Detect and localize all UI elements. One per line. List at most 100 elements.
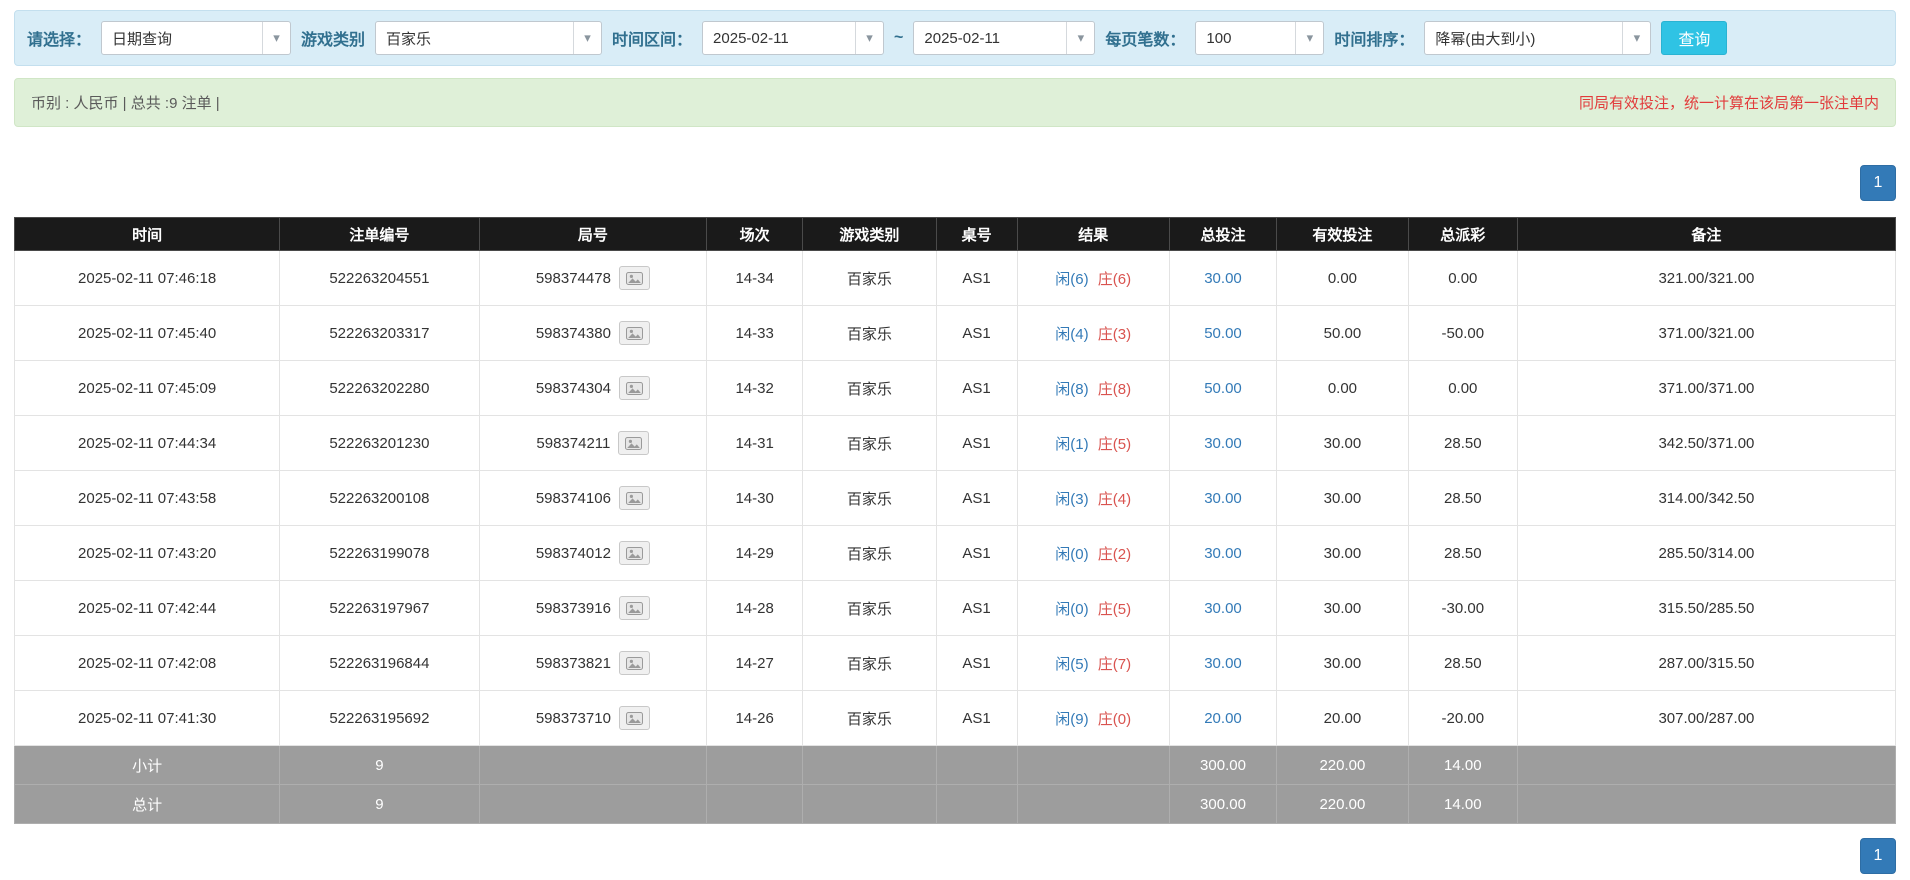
video-replay-button[interactable] [618, 541, 650, 565]
cell-payout: 28.50 [1407, 635, 1518, 691]
result-banker: 庄(5) [1097, 435, 1132, 453]
total-bet-link[interactable]: 30.00 [1204, 600, 1242, 617]
round-number-text: 598374380 [535, 324, 611, 342]
page-size-dropdown[interactable]: 100 ▾ [1195, 21, 1325, 55]
page: 请选择： 日期查询 ▾ 游戏类别 百家乐 ▾ 时间区间： 2025-02-11 … [0, 0, 1910, 880]
cell-session: 14-30 [706, 470, 804, 526]
table-row: 2025-02-11 07:43:20 522263199078 5983740… [13, 525, 1897, 581]
cell-time: 2025-02-11 07:43:20 [13, 525, 281, 581]
game-category-label: 游戏类别 [301, 32, 366, 49]
total-bet-link[interactable]: 30.00 [1204, 490, 1242, 507]
result-banker: 庄(7) [1097, 655, 1132, 673]
cell-result: 闲(0) 庄(5) [1016, 580, 1170, 636]
video-replay-button[interactable] [618, 321, 650, 345]
cell-table-number: AS1 [935, 470, 1018, 526]
cell-time: 2025-02-11 07:46:18 [13, 250, 281, 306]
cell-bet-number: 522263195692 [279, 690, 480, 746]
game-category-dropdown[interactable]: 百家乐 ▾ [375, 21, 603, 55]
round-number-text: 598374211 [536, 434, 611, 452]
cell-bet-number: 522263202280 [279, 360, 480, 416]
cell-session: 14-34 [706, 250, 804, 306]
result-banker: 庄(5) [1097, 600, 1132, 618]
subtotal-label: 小计 [13, 745, 281, 785]
total-bet-link[interactable]: 30.00 [1204, 435, 1242, 452]
cell-result: 闲(4) 庄(3) [1016, 305, 1170, 361]
round-number-text: 598374106 [535, 489, 611, 507]
column-header: 备注 [1516, 217, 1897, 251]
chevron-down-icon: ▾ [262, 22, 290, 54]
total-bet-link[interactable]: 20.00 [1204, 710, 1242, 727]
cell-remark: 315.50/285.50 [1516, 580, 1897, 636]
date-to-dropdown[interactable]: 2025-02-11 ▾ [913, 21, 1096, 55]
time-sort-value: 降幂(由大到小) [1435, 30, 1536, 48]
cell-valid-bet: 30.00 [1276, 415, 1409, 471]
cell-round-number: 598373710 [478, 690, 708, 746]
column-header: 桌号 [935, 217, 1018, 251]
subtotal-payout: 14.00 [1407, 745, 1518, 785]
cell-total-bet: 30.00 [1168, 635, 1278, 691]
result-banker: 庄(6) [1097, 270, 1132, 288]
cell-round-number: 598374478 [478, 250, 708, 306]
page-1-button[interactable]: 1 [1860, 165, 1896, 201]
cell-valid-bet: 0.00 [1276, 250, 1409, 306]
subtotal-valid-bet: 220.00 [1276, 745, 1409, 785]
cell-remark: 371.00/371.00 [1516, 360, 1897, 416]
column-header: 注单编号 [279, 217, 480, 251]
query-button[interactable]: 查询 [1661, 21, 1728, 55]
query-type-dropdown[interactable]: 日期查询 ▾ [101, 21, 292, 55]
cell-round-number: 598374012 [478, 525, 708, 581]
subtotal-total-bet: 300.00 [1168, 745, 1278, 785]
video-replay-button[interactable] [618, 266, 650, 290]
total-bet-link[interactable]: 50.00 [1204, 325, 1242, 342]
video-replay-button[interactable] [618, 596, 650, 620]
cell-game-category: 百家乐 [802, 525, 937, 581]
cell-table-number: AS1 [935, 525, 1018, 581]
table-row: 2025-02-11 07:45:40 522263203317 5983743… [13, 305, 1897, 361]
time-sort-dropdown[interactable]: 降幂(由大到小) ▾ [1424, 21, 1652, 55]
result-banker: 庄(4) [1097, 490, 1132, 508]
cell-payout: 0.00 [1407, 360, 1518, 416]
pagination-bottom: 1 [14, 838, 1896, 874]
cell-payout: -20.00 [1407, 690, 1518, 746]
subtotal-count: 9 [279, 745, 480, 785]
cell-remark: 371.00/321.00 [1516, 305, 1897, 361]
video-icon [625, 271, 643, 285]
video-replay-button[interactable] [618, 651, 650, 675]
query-type-value: 日期查询 [112, 30, 173, 48]
result-banker: 庄(2) [1097, 545, 1132, 563]
cell-bet-number: 522263200108 [279, 470, 480, 526]
time-sort-label: 时间排序： [1334, 32, 1415, 49]
cell-payout: 28.50 [1407, 525, 1518, 581]
total-bet-link[interactable]: 50.00 [1204, 380, 1242, 397]
round-number-text: 598374478 [535, 269, 611, 287]
page-1-button-bottom[interactable]: 1 [1860, 838, 1896, 874]
cell-bet-number: 522263199078 [279, 525, 480, 581]
cell-game-category: 百家乐 [802, 250, 937, 306]
total-bet-link[interactable]: 30.00 [1204, 655, 1242, 672]
video-replay-button[interactable] [618, 706, 650, 730]
video-replay-button[interactable] [618, 486, 650, 510]
result-banker: 庄(8) [1097, 380, 1132, 398]
round-number-text: 598373821 [535, 654, 611, 672]
bet-records-table: 时间 注单编号 局号 场次 游戏类别 桌号 结果 总投注 有效投注 总派彩 备注… [13, 217, 1897, 824]
cell-session: 14-27 [706, 635, 804, 691]
valid-bet-note: 同局有效投注，统一计算在该局第一张注单内 [1578, 95, 1879, 112]
date-to-value: 2025-02-11 [924, 29, 1001, 47]
cell-valid-bet: 50.00 [1276, 305, 1409, 361]
cell-payout: 0.00 [1407, 250, 1518, 306]
cell-result: 闲(8) 庄(8) [1016, 360, 1170, 416]
video-icon [625, 326, 643, 340]
date-from-value: 2025-02-11 [713, 29, 789, 47]
column-header: 结果 [1016, 217, 1170, 251]
cell-table-number: AS1 [935, 690, 1018, 746]
video-replay-button[interactable] [618, 376, 650, 400]
cell-valid-bet: 30.00 [1276, 635, 1409, 691]
total-bet-link[interactable]: 30.00 [1204, 545, 1242, 562]
cell-round-number: 598374380 [478, 305, 708, 361]
game-category-value: 百家乐 [386, 30, 432, 48]
video-icon [625, 601, 643, 615]
date-from-dropdown[interactable]: 2025-02-11 ▾ [702, 21, 885, 55]
video-replay-button[interactable] [618, 431, 650, 455]
total-bet-link[interactable]: 30.00 [1204, 270, 1242, 287]
table-row: 2025-02-11 07:42:08 522263196844 5983738… [13, 635, 1897, 691]
